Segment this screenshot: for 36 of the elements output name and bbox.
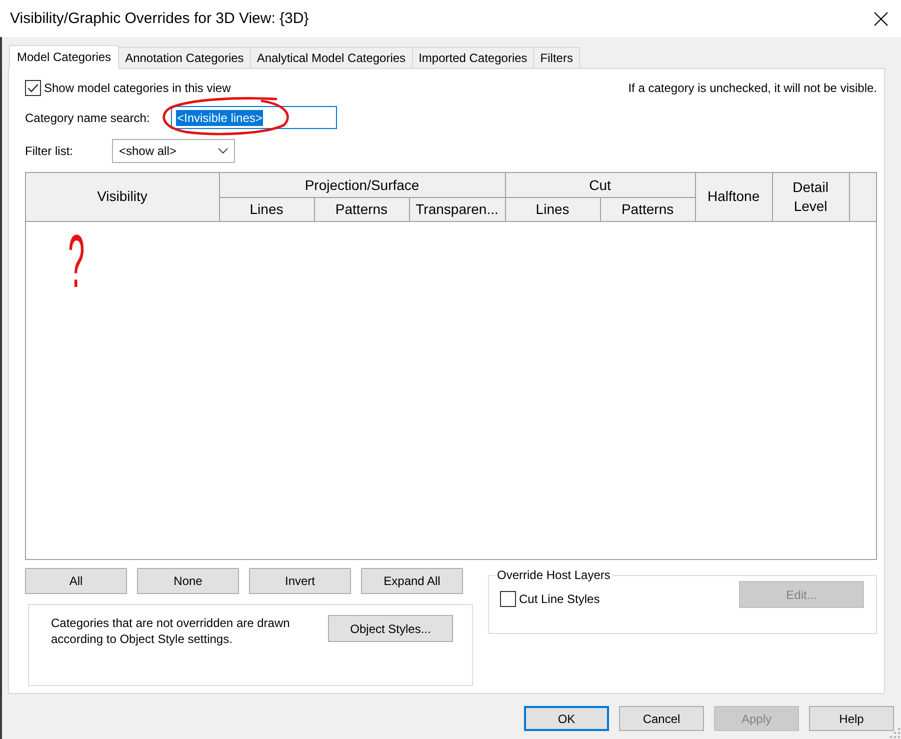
- selection-button[interactable]: All: [25, 568, 127, 594]
- hint-text: If a category is unchecked, it will not be visible.: [628, 81, 877, 95]
- handwritten-question-mark: ?: [68, 232, 85, 288]
- chevron-down-icon: [218, 148, 228, 154]
- window-title: Visibility/Graphic Overrides for 3D View: {3D}: [10, 10, 309, 27]
- selection-button[interactable]: Expand All: [361, 568, 463, 594]
- tab[interactable]: Filters: [533, 47, 580, 69]
- field-label: Filter list:: [25, 144, 74, 158]
- resize-grip-icon[interactable]: [890, 728, 900, 738]
- filter-dropdown[interactable]: <show all>: [112, 139, 235, 163]
- column-header: Halftone: [695, 173, 772, 221]
- column-header: Lines: [505, 198, 600, 221]
- info-text: Categories that are not overridden are drawn according to Object Style settings.: [51, 615, 291, 647]
- tab[interactable]: Model Categories: [9, 45, 120, 69]
- object-styles-button[interactable]: Object Styles...: [328, 615, 453, 642]
- checkbox[interactable]: [25, 80, 41, 96]
- selection-button[interactable]: Invert: [249, 568, 351, 594]
- close-icon[interactable]: [874, 12, 888, 26]
- search-field[interactable]: <Invisible lines>: [171, 106, 337, 129]
- checkbox-label[interactable]: Cut Line Styles: [519, 592, 600, 606]
- column-header: Projection/Surface: [219, 173, 506, 198]
- field-label: Category name search:: [25, 110, 151, 124]
- dialog-button[interactable]: OK: [524, 706, 609, 731]
- dialog-button[interactable]: Help: [809, 706, 894, 731]
- dialog-button[interactable]: Cancel: [619, 706, 704, 731]
- selection-button[interactable]: None: [137, 568, 239, 594]
- column-header: Visibility: [26, 173, 219, 221]
- column-header: Detail Level: [772, 173, 850, 221]
- column-header: Transparen...: [409, 198, 506, 221]
- column-header: Patterns: [314, 198, 409, 221]
- checkbox[interactable]: [500, 591, 516, 607]
- group-title: Override Host Layers: [496, 568, 612, 582]
- checkbox-label[interactable]: Show model categories in this view: [44, 81, 231, 95]
- column-header: Patterns: [600, 198, 696, 221]
- column-header: Lines: [219, 198, 314, 221]
- column-header: Cut: [505, 173, 696, 198]
